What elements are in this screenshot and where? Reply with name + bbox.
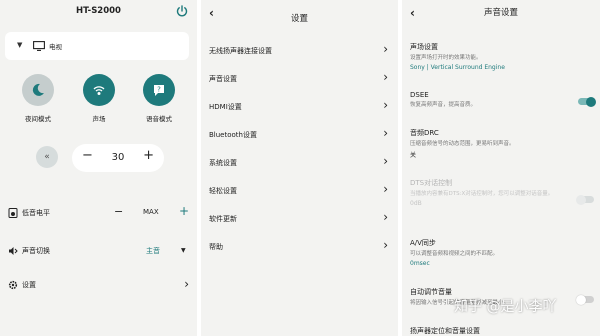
toggle-knob xyxy=(586,96,596,107)
chevron-right-icon: › xyxy=(383,238,388,252)
setting-title: DTS对话控制 xyxy=(410,179,453,187)
setting-title: A/V同步 xyxy=(410,239,436,247)
input-selector[interactable]: ▼ 电视 xyxy=(5,32,189,60)
voice-mode-button[interactable]: ? 语音模式 xyxy=(139,74,179,123)
device-title: HT-S2000 xyxy=(76,6,121,16)
dsee-setting[interactable]: DSEE 恢复高频声音，提高音质。 xyxy=(410,91,592,109)
voice-mode-label: 语音模式 xyxy=(146,115,172,123)
menu-item-label: 声音设置 xyxy=(209,75,237,83)
menu-item-label: 软件更新 xyxy=(209,215,237,223)
sound-switch-row[interactable]: 声音切换 主音 ▼ xyxy=(0,242,197,262)
voice-icon: ? xyxy=(154,85,164,96)
menu-item-help[interactable]: 帮助 › xyxy=(201,236,398,258)
av-sync-setting[interactable]: A/V同步 可以调整音频和视频之间的不匹配。 0msec xyxy=(410,238,592,267)
chevron-right-icon: › xyxy=(383,182,388,196)
night-mode-label: 夜间模式 xyxy=(25,115,51,123)
dts-dialog-setting: DTS对话控制 当播放内容兼有DTS:X对话控制时，您可以调整对话音量。 0dB xyxy=(410,178,592,207)
setting-value: 关 xyxy=(410,152,417,159)
setting-desc: 压缩音频信号的动态范围，更易听到声音。 xyxy=(410,141,515,147)
chevron-right-icon: › xyxy=(383,126,388,140)
night-mode-circle xyxy=(22,74,54,106)
chevron-right-icon: › xyxy=(383,42,388,56)
sound-field-setting[interactable]: 声场设置 设置声场打开时的效果功能。 Sony | Vertical Surro… xyxy=(410,42,592,71)
power-icon[interactable] xyxy=(175,4,189,18)
chevron-right-icon: › xyxy=(184,277,189,291)
settings-label: 设置 xyxy=(22,281,36,289)
menu-item-label: Bluetooth设置 xyxy=(209,131,257,139)
menu-item-system[interactable]: 系统设置 › xyxy=(201,152,398,174)
chevron-right-icon: › xyxy=(383,210,388,224)
setting-value: Sony | Vertical Surround Engine xyxy=(410,64,505,71)
tv-icon xyxy=(33,41,45,51)
mute-rewind-icon[interactable]: « xyxy=(36,146,58,168)
audio-switch-icon xyxy=(9,247,18,255)
menu-item-wireless-speaker[interactable]: 无线扬声器连接设置 › xyxy=(201,40,398,62)
toggle-knob xyxy=(576,194,586,205)
auto-volume-toggle[interactable] xyxy=(576,294,594,305)
chevron-right-icon: › xyxy=(383,70,388,84)
menu-item-sound[interactable]: 声音设置 › xyxy=(201,68,398,90)
sound-field-label: 声场 xyxy=(92,115,106,123)
volume-stepper: − 30 + xyxy=(72,144,164,172)
night-mode-button[interactable]: 夜间模式 xyxy=(18,74,58,123)
volume-plus-button[interactable]: + xyxy=(143,148,154,163)
dts-dialog-toggle xyxy=(576,194,594,205)
menu-item-label: HDMI设置 xyxy=(209,103,242,111)
voice-mode-circle: ? xyxy=(143,74,175,106)
menu-item-easy-setup[interactable]: 轻松设置 › xyxy=(201,180,398,202)
watermark: 知乎 @是小李吖 xyxy=(454,299,557,315)
svg-text:?: ? xyxy=(157,86,161,94)
moon-icon xyxy=(32,83,44,96)
settings-title: 设置 xyxy=(290,14,308,24)
bass-level-value: MAX xyxy=(143,208,159,216)
bass-level-row: 低音电平 − MAX + xyxy=(0,204,197,224)
sound-field-circle xyxy=(83,74,115,106)
sound-switch-label: 声音切换 xyxy=(22,247,50,255)
sound-field-button[interactable]: 声场 xyxy=(79,74,119,123)
setting-title: 声场设置 xyxy=(410,43,438,51)
remote-panel: HT-S2000 ▼ 电视 夜间模式 声场 ? 语音模式 « − 30 + 低音… xyxy=(0,0,197,336)
sound-switch-value: 主音 xyxy=(146,247,160,255)
setting-desc: 恢复高频声音，提高音质。 xyxy=(410,102,477,108)
setting-desc: 设置声场打开时的效果功能。 xyxy=(410,55,482,61)
audio-drc-setting[interactable]: 音频DRC 压缩音频信号的动态范围，更易听到声音。 关 xyxy=(410,128,592,159)
menu-item-label: 无线扬声器连接设置 xyxy=(209,47,272,55)
gear-icon xyxy=(8,280,18,290)
setting-value: 0msec xyxy=(410,260,430,267)
sound-field-icon xyxy=(93,86,105,95)
setting-desc: 当播放内容兼有DTS:X对话控制时，您可以调整对话音量。 xyxy=(410,191,554,197)
chevron-right-icon: › xyxy=(383,98,388,112)
sound-settings-panel: ‹ 声音设置 声场设置 设置声场打开时的效果功能。 Sony | Vertica… xyxy=(402,0,600,336)
setting-title: 音频DRC xyxy=(410,129,439,137)
menu-item-bluetooth[interactable]: Bluetooth设置 › xyxy=(201,124,398,146)
menu-item-software-update[interactable]: 软件更新 › xyxy=(201,208,398,230)
menu-item-hdmi[interactable]: HDMI设置 › xyxy=(201,96,398,118)
setting-title: 扬声器定位和音量设置 xyxy=(410,327,480,335)
menu-item-label: 轻松设置 xyxy=(209,187,237,195)
bass-level-label: 低音电平 xyxy=(22,209,50,217)
dropdown-caret-icon: ▼ xyxy=(181,247,186,254)
speaker-position-setting[interactable]: 扬声器定位和音量设置 xyxy=(410,326,592,336)
menu-item-label: 帮助 xyxy=(209,243,223,251)
speaker-icon xyxy=(8,208,18,218)
settings-row[interactable]: 设置 › xyxy=(0,276,197,296)
menu-item-label: 系统设置 xyxy=(209,159,237,167)
setting-desc: 可以调整音频和视频之间的不匹配。 xyxy=(410,251,499,257)
input-label: 电视 xyxy=(49,43,62,51)
chevron-right-icon: › xyxy=(383,154,388,168)
bass-plus-button[interactable]: + xyxy=(179,204,189,218)
setting-title: DSEE xyxy=(410,91,429,99)
setting-value: 0dB xyxy=(410,200,422,207)
settings-panel: ‹ 设置 无线扬声器连接设置 › 声音设置 › HDMI设置 › Bluetoo… xyxy=(201,0,398,336)
bass-minus-button[interactable]: − xyxy=(114,205,123,218)
sound-settings-title: 声音设置 xyxy=(483,8,518,18)
toggle-knob xyxy=(576,294,586,305)
caret-down-icon: ▼ xyxy=(17,41,23,49)
dsee-toggle[interactable] xyxy=(578,96,596,107)
